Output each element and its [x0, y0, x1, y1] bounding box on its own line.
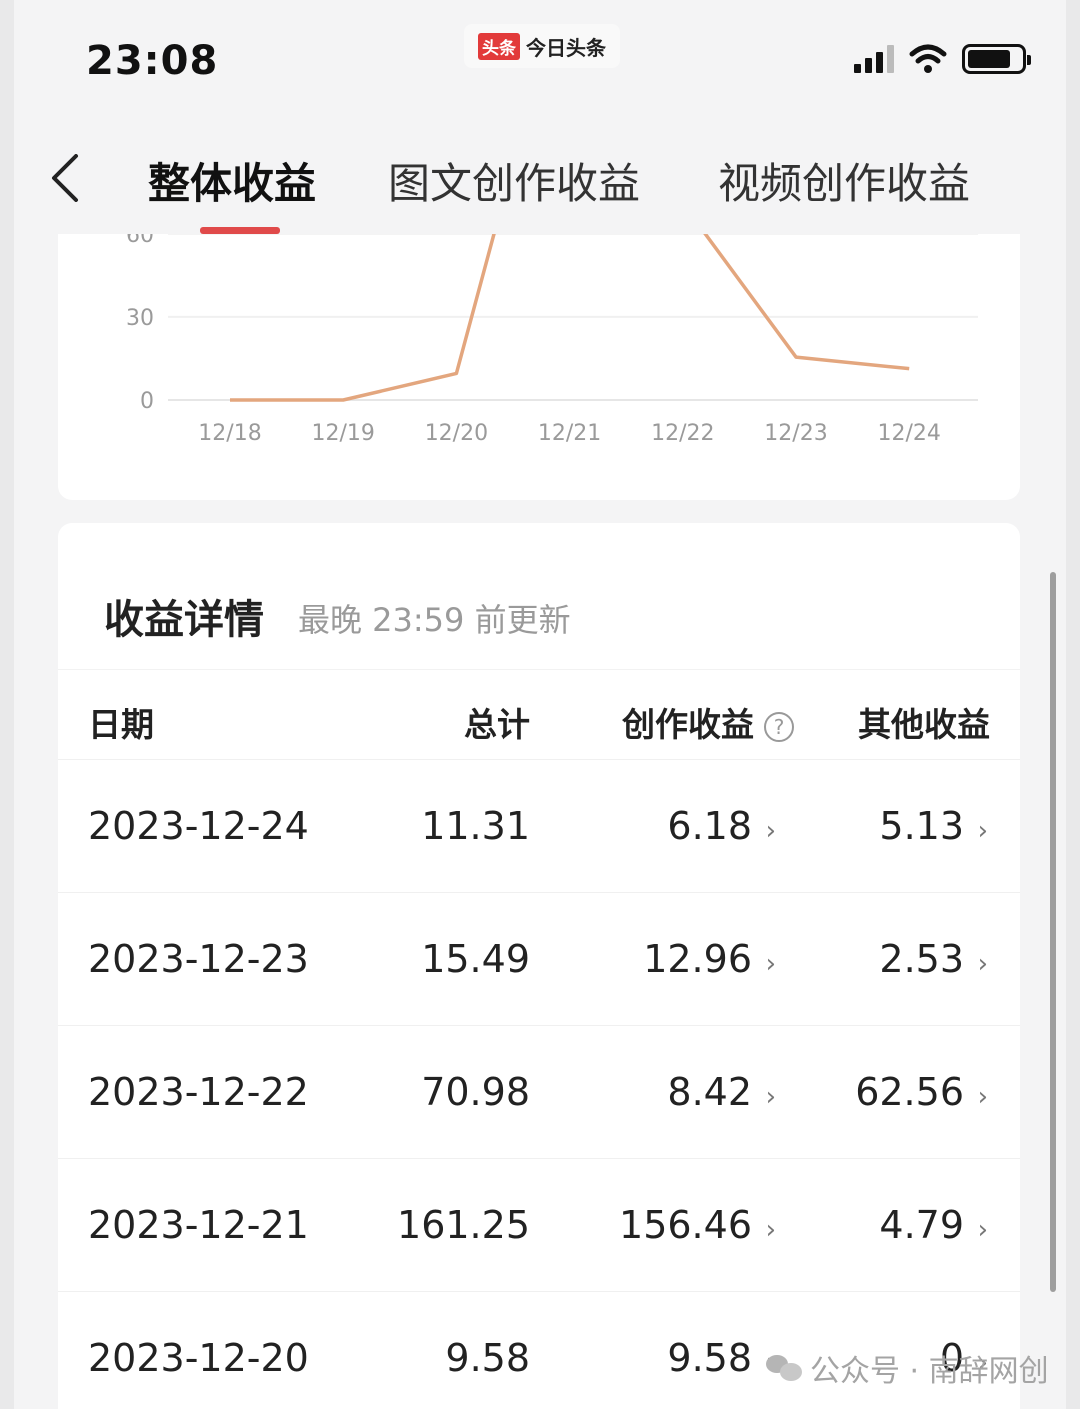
income-line-chart: 60 30 0 12/18 12/19 12/20 12/21 12/22 12/23 12/24: [126, 234, 978, 446]
chevron-right-icon[interactable]: ›: [978, 949, 988, 979]
header-creation: 创作收益?: [622, 698, 794, 746]
tab-article-income[interactable]: 图文创作收益: [388, 150, 640, 211]
watermark: 公众号 · 南辞网创: [766, 1346, 1049, 1390]
app-badge-name: 今日头条: [526, 35, 606, 60]
row-creation-income[interactable]: 8.42: [667, 1070, 752, 1114]
income-chart-card: 60 30 0 12/18 12/19 12/20 12/21 12/22 12/23 12/24: [58, 234, 1020, 500]
chevron-right-icon[interactable]: ›: [766, 1215, 776, 1245]
back-arrow-icon[interactable]: [50, 154, 80, 202]
system-icons: [854, 44, 1031, 74]
table-row[interactable]: 2023-12-22 70.98 8.42 › 62.56 ›: [58, 1025, 1020, 1158]
row-other-income[interactable]: 5.13: [879, 804, 964, 848]
header-date: 日期: [88, 705, 154, 744]
row-date: 2023-12-23: [88, 937, 309, 981]
app-badge: 头条 今日头条: [464, 24, 620, 68]
row-date: 2023-12-24: [88, 804, 309, 848]
row-total: 11.31: [421, 804, 530, 848]
table-row[interactable]: 2023-12-24 11.31 6.18 › 5.13 ›: [58, 759, 1020, 892]
battery-icon: [962, 44, 1031, 74]
x-tick-label: 12/20: [425, 421, 488, 446]
detail-title: 收益详情: [104, 597, 264, 643]
y-tick-label: 60: [126, 234, 154, 248]
row-total: 161.25: [397, 1203, 530, 1247]
row-creation-income[interactable]: 9.58: [667, 1336, 752, 1380]
signal-icon: [854, 45, 894, 73]
tab-video-income[interactable]: 视频创作收益: [718, 150, 970, 211]
tab-overall-income[interactable]: 整体收益: [148, 150, 316, 211]
row-total: 70.98: [421, 1070, 530, 1114]
active-tab-indicator: [200, 227, 280, 234]
wechat-icon: [766, 1353, 802, 1383]
x-tick-label: 12/18: [198, 421, 261, 446]
row-total: 15.49: [421, 937, 530, 981]
status-time: 23:08: [86, 38, 219, 84]
top-nav: 整体收益 图文创作收益 视频创作收益: [14, 110, 1066, 234]
x-tick-label: 12/19: [311, 421, 374, 446]
y-tick-label: 0: [140, 389, 154, 414]
scrollbar[interactable]: [1050, 572, 1056, 1292]
status-bar: 23:08 头条 今日头条: [14, 0, 1066, 110]
header-other: 其他收益: [858, 705, 990, 744]
table-row[interactable]: 2023-12-23 15.49 12.96 › 2.53 ›: [58, 892, 1020, 1025]
x-tick-label: 12/24: [877, 421, 940, 446]
y-tick-label: 30: [126, 306, 154, 331]
toutiao-logo-icon: 头条: [478, 32, 520, 60]
header-creation-label: 创作收益: [622, 705, 754, 744]
row-date: 2023-12-20: [88, 1336, 309, 1380]
table-header: 日期 总计 创作收益? 其他收益: [58, 669, 1020, 759]
x-tick-label: 12/23: [764, 421, 827, 446]
row-total: 9.58: [445, 1336, 530, 1380]
x-tick-label: 12/21: [538, 421, 601, 446]
chevron-right-icon[interactable]: ›: [766, 949, 776, 979]
row-creation-income[interactable]: 156.46: [619, 1203, 752, 1247]
wifi-icon: [909, 44, 947, 73]
row-date: 2023-12-21: [88, 1203, 309, 1247]
x-tick-label: 12/22: [651, 421, 714, 446]
table-row[interactable]: 2023-12-21 161.25 156.46 › 4.79 ›: [58, 1158, 1020, 1291]
chevron-right-icon[interactable]: ›: [766, 816, 776, 846]
row-creation-income[interactable]: 6.18: [667, 804, 752, 848]
chevron-right-icon[interactable]: ›: [978, 1215, 988, 1245]
row-other-income[interactable]: 2.53: [879, 937, 964, 981]
detail-update-note: 最晚 23:59 前更新: [298, 601, 571, 639]
phone-screen: 23:08 头条 今日头条 整体收益 图文创作收益 视频创作收益 60 30 0 1: [14, 0, 1066, 1409]
help-icon[interactable]: ?: [764, 711, 794, 742]
watermark-text: 公众号 · 南辞网创: [810, 1354, 1049, 1389]
row-creation-income[interactable]: 12.96: [643, 937, 752, 981]
row-date: 2023-12-22: [88, 1070, 309, 1114]
row-other-income[interactable]: 4.79: [879, 1203, 964, 1247]
income-detail-card: 收益详情 最晚 23:59 前更新 日期 总计 创作收益? 其他收益 2023-…: [58, 523, 1020, 1409]
header-total: 总计: [464, 705, 530, 744]
chevron-right-icon[interactable]: ›: [766, 1082, 776, 1112]
row-other-income[interactable]: 62.56: [855, 1070, 964, 1114]
chevron-right-icon[interactable]: ›: [978, 816, 988, 846]
chevron-right-icon[interactable]: ›: [978, 1082, 988, 1112]
